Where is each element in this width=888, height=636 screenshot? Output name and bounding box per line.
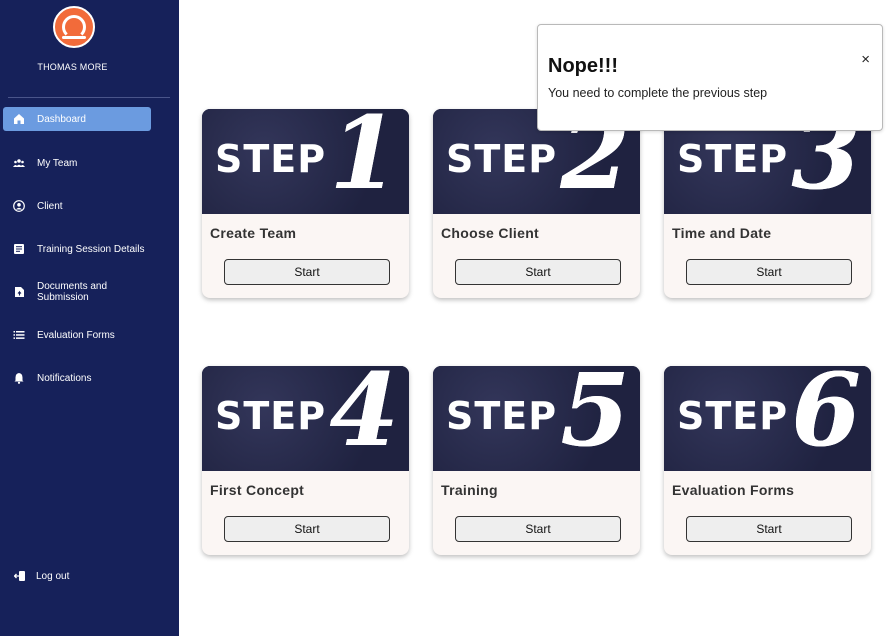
- start-button-step-6[interactable]: Start: [686, 516, 852, 542]
- step-banner-image: STEP 4: [202, 366, 409, 471]
- document-list-icon: [13, 243, 25, 255]
- step-card-6: STEP 6 Evaluation Forms Start: [664, 366, 871, 555]
- toast-message: You need to complete the previous step: [548, 86, 768, 100]
- step-card-4: STEP 4 First Concept Start: [202, 366, 409, 555]
- step-title: Choose Client: [441, 225, 540, 241]
- close-icon[interactable]: ×: [861, 52, 870, 67]
- step-word: STEP: [215, 394, 327, 438]
- bell-icon: [13, 372, 25, 384]
- sidebar-item-notifications[interactable]: Notifications: [3, 366, 151, 390]
- step-number: 6: [791, 366, 861, 469]
- sidebar-item-label: Client: [37, 200, 63, 212]
- sidebar-item-dashboard[interactable]: Dashboard: [3, 107, 151, 131]
- step-card-1: STEP 1 Create Team Start: [202, 109, 409, 298]
- step-banner-image: STEP 6: [664, 366, 871, 471]
- start-button-step-2[interactable]: Start: [455, 259, 621, 285]
- sidebar-item-label: Notifications: [37, 372, 92, 384]
- sidebar-item-documents-and-submission[interactable]: Documents and Submission: [3, 280, 151, 304]
- error-toast: Nope!!! You need to complete the previou…: [537, 24, 883, 131]
- sidebar-item-label: Documents and Submission: [37, 281, 108, 303]
- step-title: Create Team: [210, 225, 297, 241]
- sidebar-item-my-team[interactable]: My Team: [3, 151, 151, 175]
- logout-button[interactable]: Log out: [3, 564, 151, 588]
- sidebar-divider: [8, 97, 170, 98]
- sidebar-item-label: Training Session Details: [37, 243, 145, 255]
- brand-name: THOMAS MORE: [37, 62, 108, 72]
- step-banner-image: STEP 1: [202, 109, 409, 214]
- step-card-2: STEP 2 Choose Client Start: [433, 109, 640, 298]
- sidebar-item-client[interactable]: Client: [3, 194, 151, 218]
- sidebar-item-label: My Team: [37, 157, 78, 169]
- step-banner-image: STEP 5: [433, 366, 640, 471]
- step-title: Training: [441, 482, 498, 498]
- step-word: STEP: [446, 394, 558, 438]
- logout-label: Log out: [36, 570, 70, 582]
- step-number: 4: [329, 366, 399, 469]
- sidebar-item-label: Evaluation Forms: [37, 329, 115, 341]
- file-upload-icon: [13, 286, 25, 298]
- step-number: 1: [329, 109, 399, 212]
- step-title: Evaluation Forms: [672, 482, 795, 498]
- logout-icon: [14, 570, 26, 582]
- toast-title: Nope!!!: [548, 55, 618, 77]
- sidebar-item-evaluation-forms[interactable]: Evaluation Forms: [3, 323, 151, 347]
- sidebar-item-training-session-details[interactable]: Training Session Details: [3, 237, 151, 261]
- step-title: First Concept: [210, 482, 305, 498]
- start-button-step-1[interactable]: Start: [224, 259, 390, 285]
- thomas-more-logo: [53, 6, 95, 48]
- sidebar-item-label: Dashboard: [37, 113, 86, 125]
- home-icon: [13, 113, 25, 125]
- step-number: 5: [560, 366, 630, 469]
- sidebar: THOMAS MORE Dashboard My Team Client Tra…: [0, 0, 179, 636]
- list-icon: [13, 329, 25, 341]
- start-button-step-3[interactable]: Start: [686, 259, 852, 285]
- step-word: STEP: [677, 137, 789, 181]
- step-word: STEP: [677, 394, 789, 438]
- start-button-step-5[interactable]: Start: [455, 516, 621, 542]
- step-word: STEP: [215, 137, 327, 181]
- start-button-step-4[interactable]: Start: [224, 516, 390, 542]
- step-card-5: STEP 5 Training Start: [433, 366, 640, 555]
- step-title: Time and Date: [672, 225, 772, 241]
- step-card-3: STEP 3 Time and Date Start: [664, 109, 871, 298]
- step-word: STEP: [446, 137, 558, 181]
- user-circle-icon: [13, 200, 25, 212]
- group-icon: [13, 157, 25, 169]
